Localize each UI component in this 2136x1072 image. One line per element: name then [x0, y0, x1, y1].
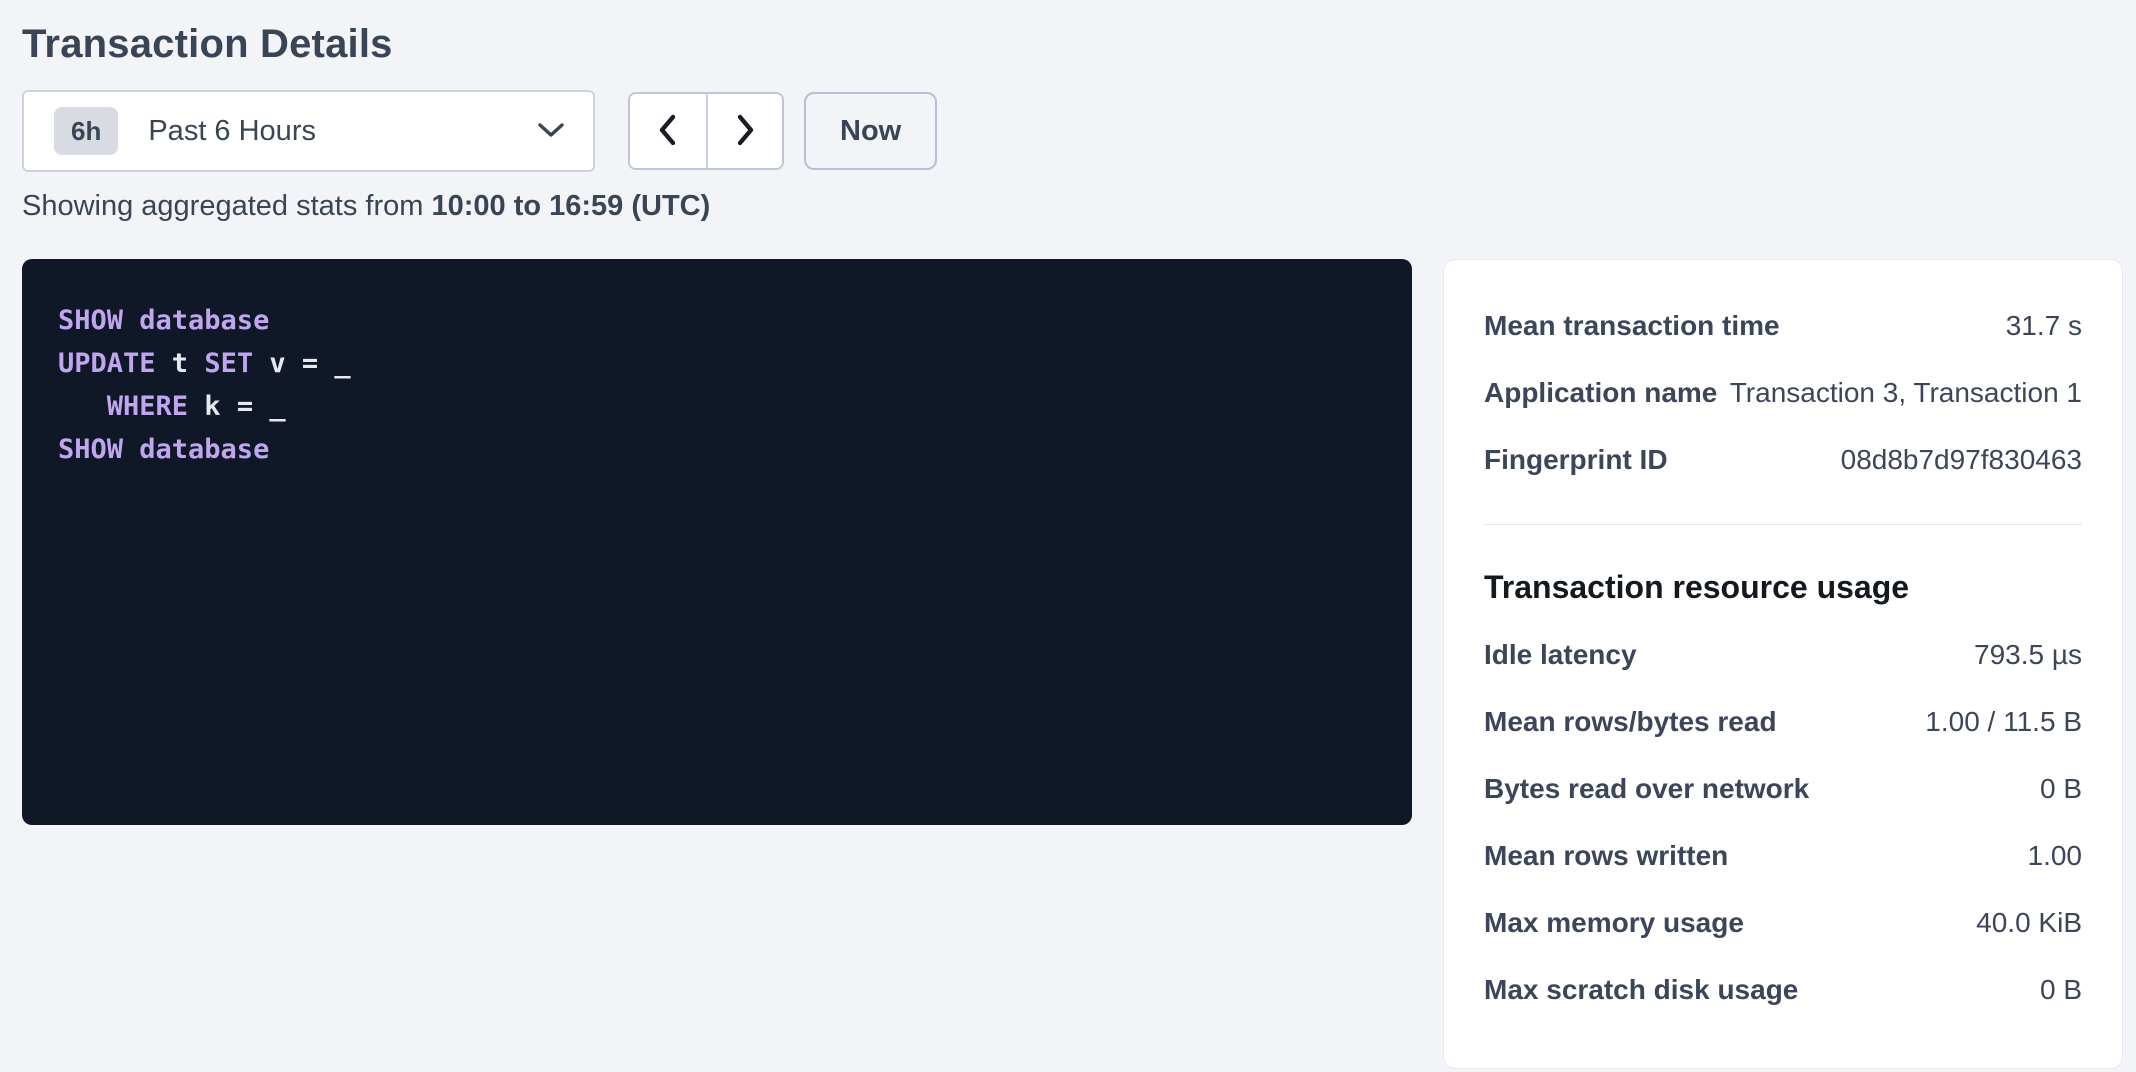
summary-row-label: Application name — [1484, 377, 1717, 409]
usage-row-value: 0 B — [2040, 974, 2082, 1006]
time-range-dropdown[interactable]: 6h Past 6 Hours — [22, 90, 595, 172]
transaction-details-page: Transaction Details 6h Past 6 Hours — [0, 0, 2136, 1069]
chevron-down-icon — [537, 122, 565, 140]
summary-row-value: 31.7 s — [2006, 310, 2082, 342]
time-toolbar: 6h Past 6 Hours — [22, 90, 2124, 172]
sql-token: SET — [204, 348, 253, 379]
usage-row-value: 0 B — [2040, 773, 2082, 805]
sql-line: WHERE k = _ — [58, 385, 1376, 428]
sql-line: SHOW database — [58, 428, 1376, 471]
summary-row: Application name Transaction 3, Transact… — [1484, 377, 2082, 417]
page-title: Transaction Details — [22, 20, 2124, 68]
usage-row: Mean rows/bytes read 1.00 / 11.5 B — [1484, 706, 2082, 746]
sql-statement-box: SHOW database UPDATE t SET v = _ WHERE k … — [22, 259, 1412, 825]
summary-row: Fingerprint ID 08d8b7d97f830463 — [1484, 444, 2082, 484]
sql-token: SHOW database — [58, 434, 269, 465]
summary-row: Mean transaction time 31.7 s — [1484, 310, 2082, 350]
now-button[interactable]: Now — [804, 92, 937, 170]
sql-token: v = _ — [253, 348, 351, 379]
sql-token: SHOW database — [58, 305, 269, 336]
usage-row-value: 1.00 / 11.5 B — [1925, 706, 2082, 738]
usage-row: Idle latency 793.5 µs — [1484, 639, 2082, 679]
chevron-left-icon — [655, 112, 681, 151]
usage-row-value: 40.0 KiB — [1976, 907, 2082, 939]
usage-row: Max memory usage 40.0 KiB — [1484, 907, 2082, 947]
usage-row-label: Mean rows written — [1484, 840, 1728, 872]
transaction-summary-card: Mean transaction time 31.7 s Application… — [1443, 259, 2123, 1069]
time-step-button-group — [628, 92, 784, 170]
aggregation-period-text: Showing aggregated stats from 10:00 to 1… — [22, 190, 2124, 223]
sql-line: SHOW database — [58, 299, 1376, 342]
main-content: SHOW database UPDATE t SET v = _ WHERE k … — [22, 259, 2124, 1069]
time-range-label: Past 6 Hours — [148, 115, 316, 148]
previous-interval-button[interactable] — [630, 94, 706, 168]
aggregation-period-prefix: Showing aggregated stats from — [22, 190, 431, 222]
sql-token: t — [156, 348, 205, 379]
usage-row-label: Mean rows/bytes read — [1484, 706, 1777, 738]
chevron-right-icon — [732, 112, 758, 151]
usage-row-label: Bytes read over network — [1484, 773, 1809, 805]
next-interval-button[interactable] — [706, 94, 782, 168]
summary-row-label: Fingerprint ID — [1484, 444, 1668, 476]
resource-usage-heading: Transaction resource usage — [1484, 565, 2082, 609]
usage-row-value: 1.00 — [2028, 840, 2083, 872]
sql-token: UPDATE — [58, 348, 156, 379]
usage-row-value: 793.5 µs — [1974, 639, 2082, 671]
summary-row-label: Mean transaction time — [1484, 310, 1780, 342]
usage-row: Mean rows written 1.00 — [1484, 840, 2082, 880]
usage-row-label: Max scratch disk usage — [1484, 974, 1798, 1006]
summary-row-value: Transaction 3, Transaction 1 — [1730, 377, 2082, 409]
usage-row: Bytes read over network 0 B — [1484, 773, 2082, 813]
summary-row-value: 08d8b7d97f830463 — [1841, 444, 2082, 476]
usage-row: Max scratch disk usage 0 B — [1484, 974, 2082, 1014]
card-divider — [1484, 524, 2082, 525]
sql-line: UPDATE t SET v = _ — [58, 342, 1376, 385]
usage-row-label: Max memory usage — [1484, 907, 1744, 939]
sql-token: k = _ — [188, 391, 286, 422]
usage-row-label: Idle latency — [1484, 639, 1637, 671]
aggregation-period-range: 10:00 to 16:59 (UTC) — [431, 190, 710, 222]
sql-token: WHERE — [58, 391, 188, 422]
time-range-badge: 6h — [54, 107, 118, 155]
